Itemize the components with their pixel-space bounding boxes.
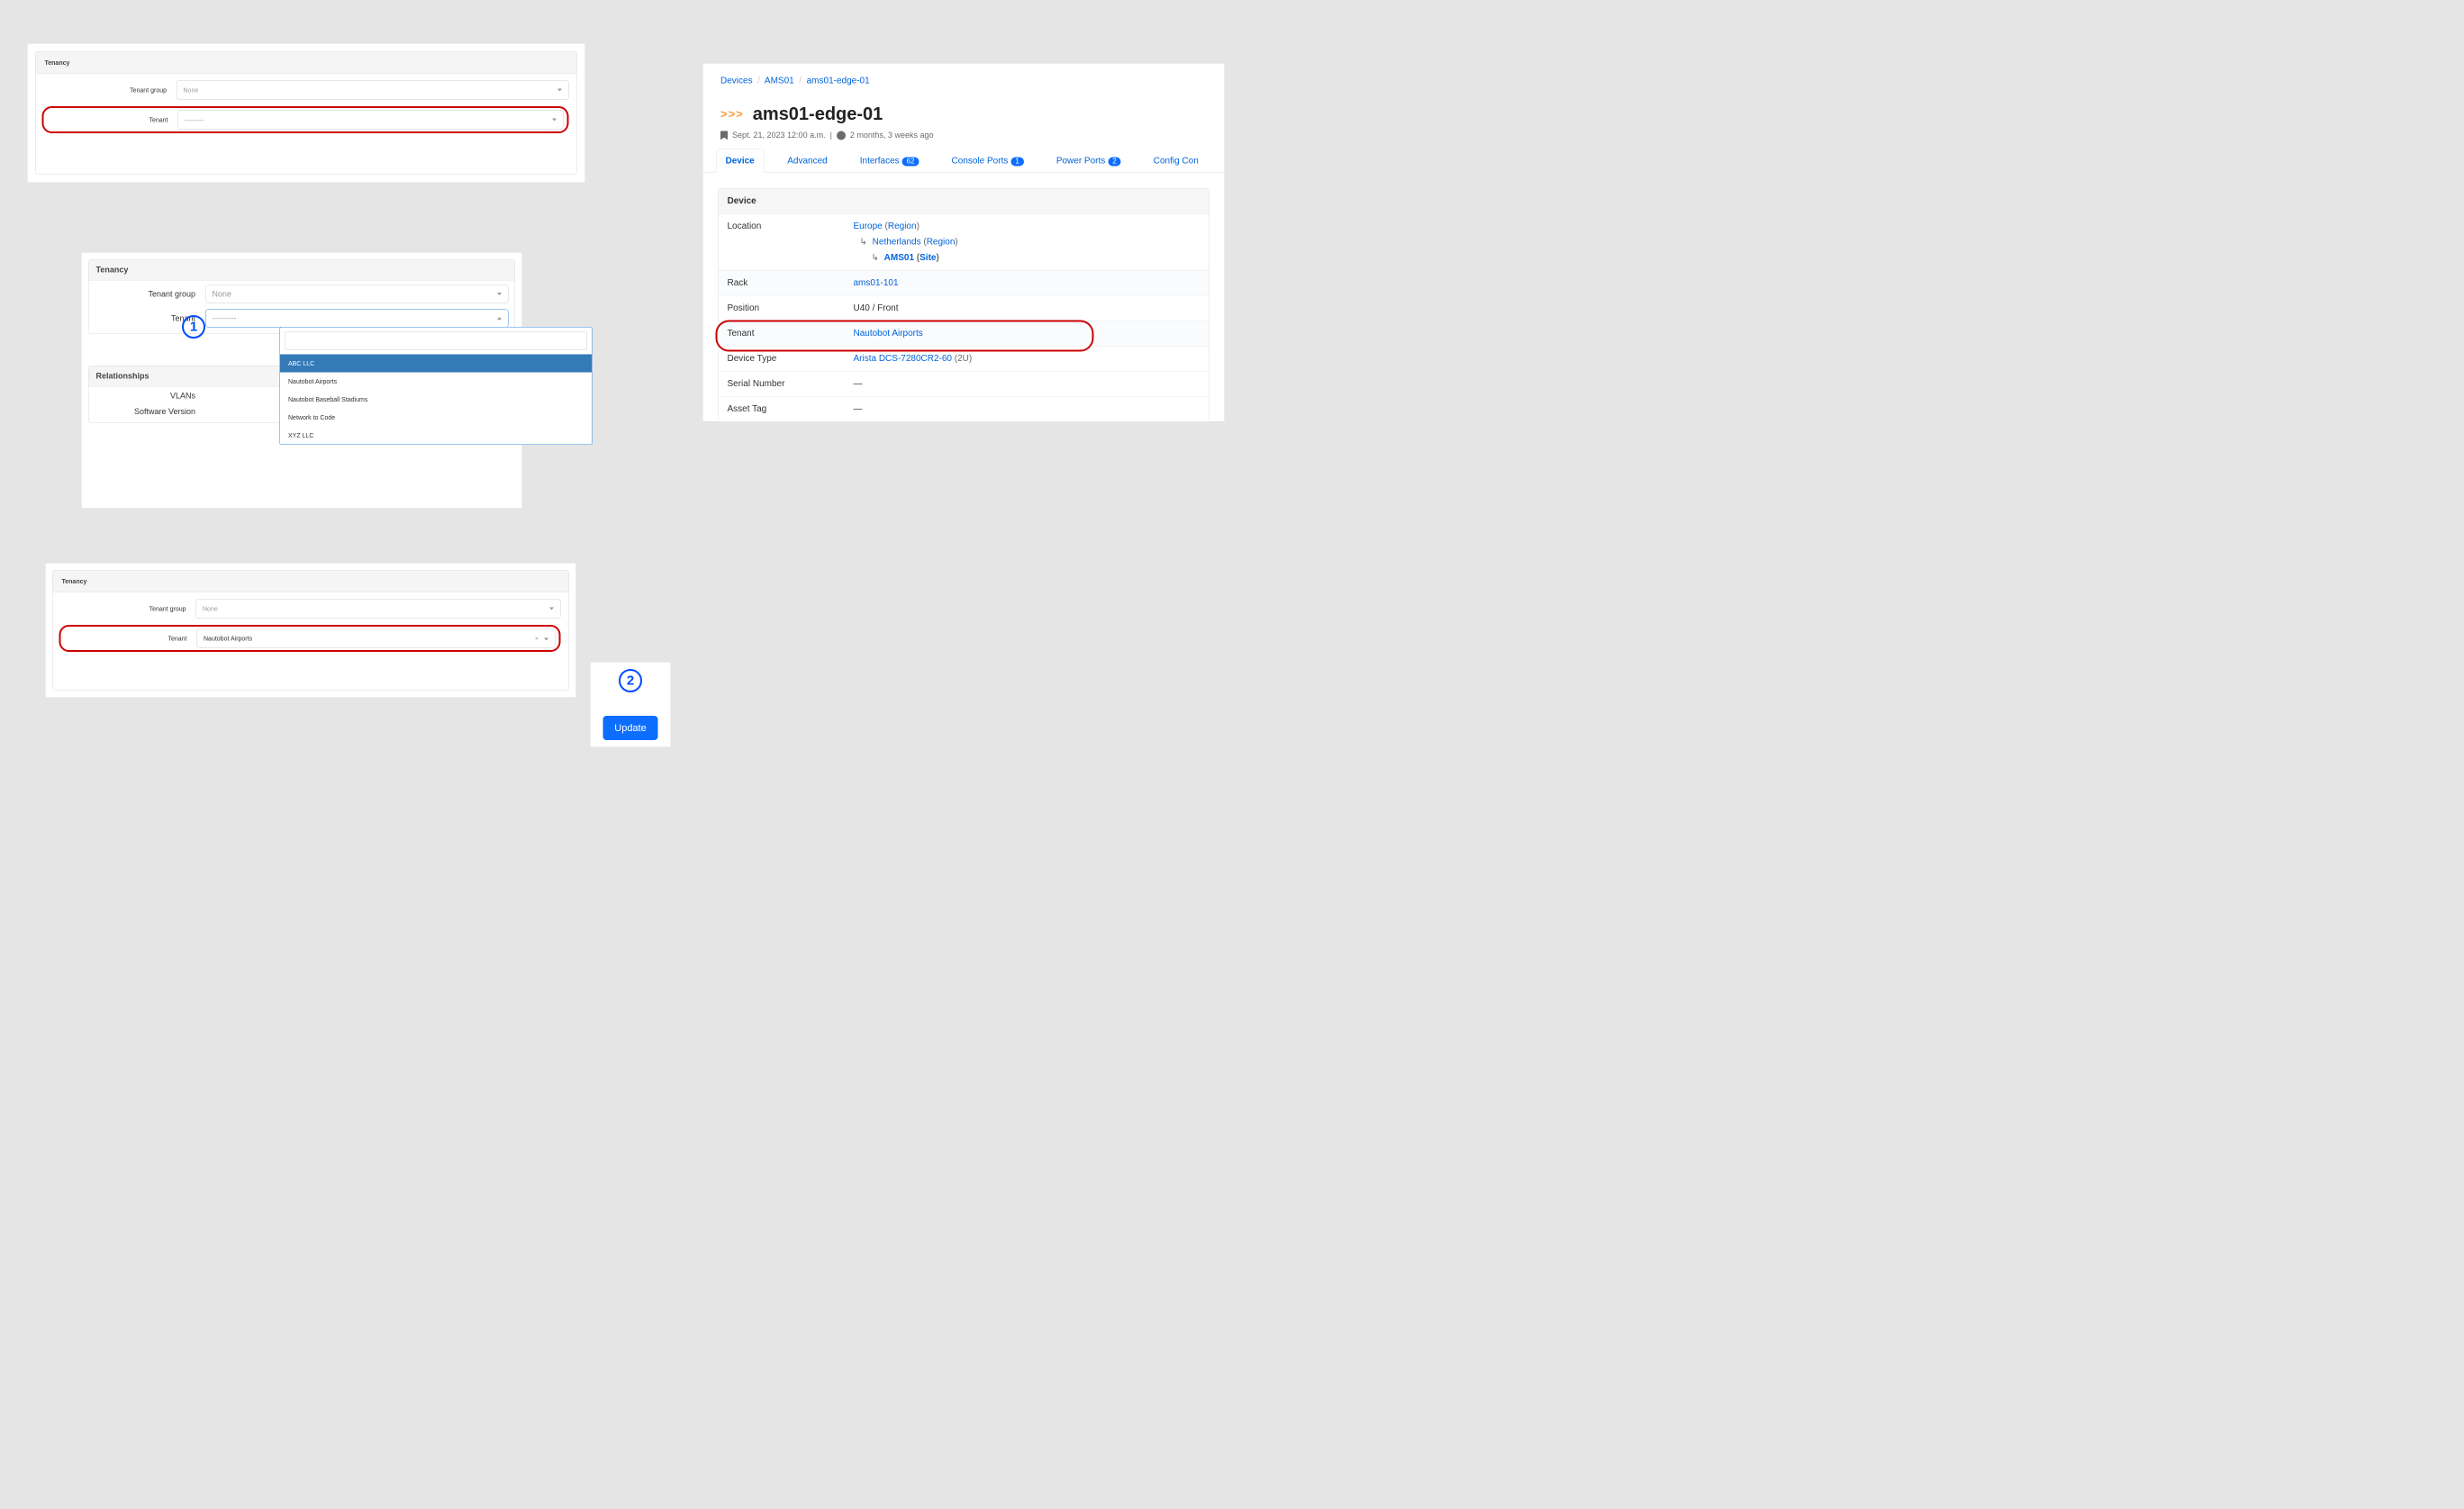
arrow-return-icon: ↳ (872, 252, 879, 264)
breadcrumb-device[interactable]: ams01-edge-01 (807, 76, 870, 86)
breadcrumb: Devices / AMS01 / ams01-edge-01 (702, 63, 1225, 86)
breadcrumb-devices[interactable]: Devices (720, 76, 753, 86)
tenant-option[interactable]: Nautobot Airports (280, 373, 592, 391)
bookmark-icon (720, 131, 728, 140)
location-label: Location (728, 221, 854, 264)
tenant-value: --------- (185, 116, 204, 123)
chevron-down-icon (552, 119, 557, 122)
position-value: U40 / Front (854, 303, 899, 314)
tenant-value: --------- (213, 313, 237, 323)
tab-device[interactable]: Device (716, 149, 764, 174)
rack-link[interactable]: ams01-101 (854, 278, 899, 288)
tenant-select[interactable]: Nautobot Airports × (197, 628, 556, 648)
location-ams01-link[interactable]: AMS01 (884, 253, 914, 263)
device-age: 2 months, 3 weeks ago (850, 131, 934, 140)
clear-icon[interactable]: × (535, 635, 539, 642)
tenancy-panel-title: Tenancy (53, 571, 569, 593)
location-europe-link[interactable]: Europe (854, 221, 883, 231)
tenant-group-select[interactable]: None (205, 285, 509, 303)
vlans-label: VLANs (95, 392, 206, 402)
device-type-suffix: (2U) (952, 354, 972, 364)
tenant-group-select[interactable]: None (177, 80, 569, 100)
chevron-down-icon (549, 608, 554, 610)
tenant-select[interactable]: --------- (178, 110, 564, 130)
tenant-option[interactable]: Nautobot Baseball Stadiums (280, 391, 592, 409)
breadcrumb-site[interactable]: AMS01 (765, 76, 794, 86)
tenant-label: Tenant (44, 116, 178, 123)
tenant-group-label: Tenant group (44, 86, 177, 94)
device-type-link[interactable]: Arista DCS-7280CR2-60 (854, 354, 952, 364)
region-link[interactable]: Region (888, 221, 917, 231)
tenant-row-highlight (716, 321, 1094, 352)
update-button[interactable]: Update (602, 716, 657, 740)
tenant-select-open[interactable]: --------- (205, 310, 509, 328)
tenancy-panel-title: Tenancy (36, 52, 577, 75)
asset-tag-value: — (854, 404, 863, 415)
tab-interfaces[interactable]: Interfaces62 (851, 149, 929, 173)
power-badge: 2 (1108, 157, 1120, 166)
tenant-option[interactable]: ABC LLC (280, 355, 592, 373)
chevron-down-icon (544, 638, 548, 641)
tenant-group-label: Tenant group (61, 605, 196, 612)
tenant-group-value: None (203, 605, 218, 612)
tab-advanced[interactable]: Advanced (778, 149, 836, 173)
tenant-group-value: None (184, 86, 199, 94)
tenant-group-label: Tenant group (95, 289, 206, 299)
arrow-return-icon: ↳ (860, 236, 867, 248)
device-timestamp: Sept. 21, 2023 12:00 a.m. (732, 131, 826, 140)
tenant-value: Nautobot Airports (204, 635, 252, 642)
site-link[interactable]: Site (919, 253, 936, 263)
interfaces-badge: 62 (902, 157, 919, 166)
asset-tag-label: Asset Tag (728, 404, 854, 415)
region-link[interactable]: Region (927, 237, 956, 247)
position-label: Position (728, 303, 854, 314)
tenant-option[interactable]: Network to Code (280, 409, 592, 427)
tenant-search-input[interactable] (285, 332, 587, 350)
device-type-label: Device Type (728, 354, 854, 365)
step-1-marker: 1 (182, 315, 205, 339)
clock-icon (837, 131, 846, 140)
serial-value: — (854, 379, 863, 390)
chevron-down-icon (557, 89, 562, 92)
tab-power-ports[interactable]: Power Ports2 (1047, 149, 1130, 173)
tenant-option[interactable]: XYZ LLC (280, 427, 592, 445)
rack-label: Rack (728, 278, 854, 289)
step-2-marker: 2 (619, 669, 642, 692)
tab-config-context[interactable]: Config Con (1145, 149, 1208, 173)
tenant-label: Tenant (61, 635, 197, 642)
serial-label: Serial Number (728, 379, 854, 390)
chevron-up-icon (497, 317, 502, 320)
prompt-chevrons-icon: >>> (720, 107, 744, 122)
chevron-down-icon (497, 293, 502, 295)
tenant-group-select[interactable]: None (196, 599, 561, 619)
device-panel-title: Device (719, 189, 1209, 214)
tenancy-panel-title: Tenancy (89, 260, 515, 281)
software-version-label: Software Version (95, 407, 206, 417)
device-title: ams01-edge-01 (753, 104, 883, 125)
console-badge: 1 (1010, 157, 1023, 166)
location-netherlands-link[interactable]: Netherlands (873, 237, 921, 247)
tenant-group-value: None (213, 289, 232, 299)
tab-console-ports[interactable]: Console Ports1 (943, 149, 1033, 173)
